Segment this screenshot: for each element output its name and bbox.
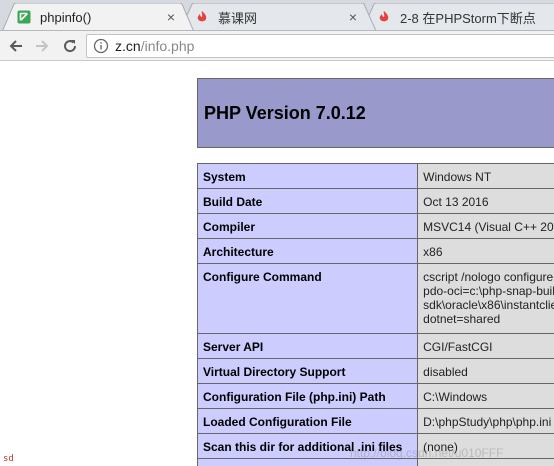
row-key: Build Date — [196, 188, 419, 214]
row-value: Oct 13 2016 — [417, 188, 554, 214]
imooc-icon — [194, 9, 210, 25]
row-value-line: MSVC14 (Visual C++ 2015) — [423, 220, 554, 234]
tab-strip: 2-8 在PHPStorm下断点 慕课网 × phpinfo() × — [0, 0, 554, 31]
url-host: z.cn — [115, 38, 141, 54]
row-value-line: D:\phpStudy\php\php.ini — [423, 415, 552, 429]
phpinfo-table: System Windows NT Build Date Oct 13 2016 Com… — [196, 163, 554, 466]
row-value: CGI/FastCGI — [417, 333, 554, 359]
row-value-line: disabled — [423, 365, 468, 379]
row-value-line: C:\Windows — [423, 390, 488, 404]
row-value-line: sdk\oracle\x86\instantclient — [423, 298, 554, 312]
table-row: System Windows NT — [196, 163, 554, 189]
row-key: Server API — [196, 333, 419, 359]
table-row: Configuration File (php.ini) Path C:\Wind… — [196, 383, 554, 409]
row-value-line: Oct 13 2016 — [423, 195, 489, 209]
row-value-line: pdo-oci=c:\php-snap-build\ — [423, 284, 554, 298]
row-value-line: Windows NT — [423, 170, 492, 184]
tab-imooc[interactable]: 慕课网 × — [180, 3, 376, 30]
table-row: Architecture x86 — [196, 238, 554, 264]
back-button[interactable] — [6, 37, 26, 55]
row-key: Virtual Directory Support — [196, 358, 419, 384]
table-row: Build Date Oct 13 2016 — [196, 188, 554, 214]
row-value: Windows NT — [417, 163, 554, 189]
tab-title: 慕课网 — [218, 10, 258, 26]
php-page-icon — [16, 9, 32, 25]
row-key: Architecture — [196, 238, 419, 264]
row-value: cscript /nologo configure.js pdo-oci=c:\p… — [417, 263, 554, 334]
row-value: MSVC14 (Visual C++ 2015) — [417, 213, 554, 239]
row-key: Configuration File (php.ini) Path — [196, 383, 419, 409]
row-value-line: x86 — [423, 245, 443, 259]
row-value-line: CGI/FastCGI — [423, 340, 493, 354]
row-key: Compiler — [196, 213, 419, 239]
table-row: Server API CGI/FastCGI — [196, 333, 554, 359]
table-row: Virtual Directory Support disabled — [196, 358, 554, 384]
row-key: Configure Command — [196, 263, 419, 334]
tab-title: 2-8 在PHPStorm下断点 — [400, 10, 536, 26]
php-version-header: PHP Version 7.0.12 — [197, 78, 554, 148]
row-value: D:\phpStudy\php\php.ini — [417, 408, 554, 434]
arrow-left-icon — [9, 40, 22, 52]
row-value: x86 — [417, 238, 554, 264]
page-viewport: PHP Version 7.0.12 System Windows NT Build… — [0, 62, 554, 466]
url-path: /info.php — [140, 38, 195, 54]
row-value: C:\Windows — [417, 383, 554, 409]
table-row: Loaded Configuration File D:\phpStudy\php… — [196, 408, 554, 434]
arrow-right-icon — [36, 40, 49, 52]
page-title: PHP Version 7.0.12 — [204, 102, 366, 123]
table-row: Configure Command cscript /nologo configu… — [196, 263, 554, 334]
corner-text: sd — [3, 454, 14, 464]
watermark: http://blog.csdn.net/u010FFF — [350, 446, 504, 460]
info-icon[interactable] — [93, 38, 109, 54]
reload-icon — [64, 40, 77, 53]
table-row: Compiler MSVC14 (Visual C++ 2015) — [196, 213, 554, 239]
imooc-icon — [376, 9, 392, 25]
row-value-line: dotnet=shared — [423, 312, 501, 326]
close-tab-icon[interactable]: × — [346, 9, 360, 25]
tab-phpinfo[interactable]: phpinfo() × — [2, 3, 194, 30]
address-bar[interactable]: z.cn/info.php — [86, 34, 554, 58]
forward-button[interactable] — [32, 37, 52, 55]
tab-imooc-2[interactable]: 2-8 在PHPStorm下断点 — [362, 3, 554, 30]
row-value: disabled — [417, 358, 554, 384]
close-tab-icon[interactable]: × — [164, 9, 178, 25]
browser-toolbar: z.cn/info.php — [0, 31, 554, 61]
reload-button[interactable] — [60, 37, 80, 55]
row-key: Loaded Configuration File — [196, 408, 419, 434]
tab-title: phpinfo() — [40, 9, 92, 25]
row-key: System — [196, 163, 419, 189]
row-value-line: cscript /nologo configure.js — [423, 270, 554, 284]
